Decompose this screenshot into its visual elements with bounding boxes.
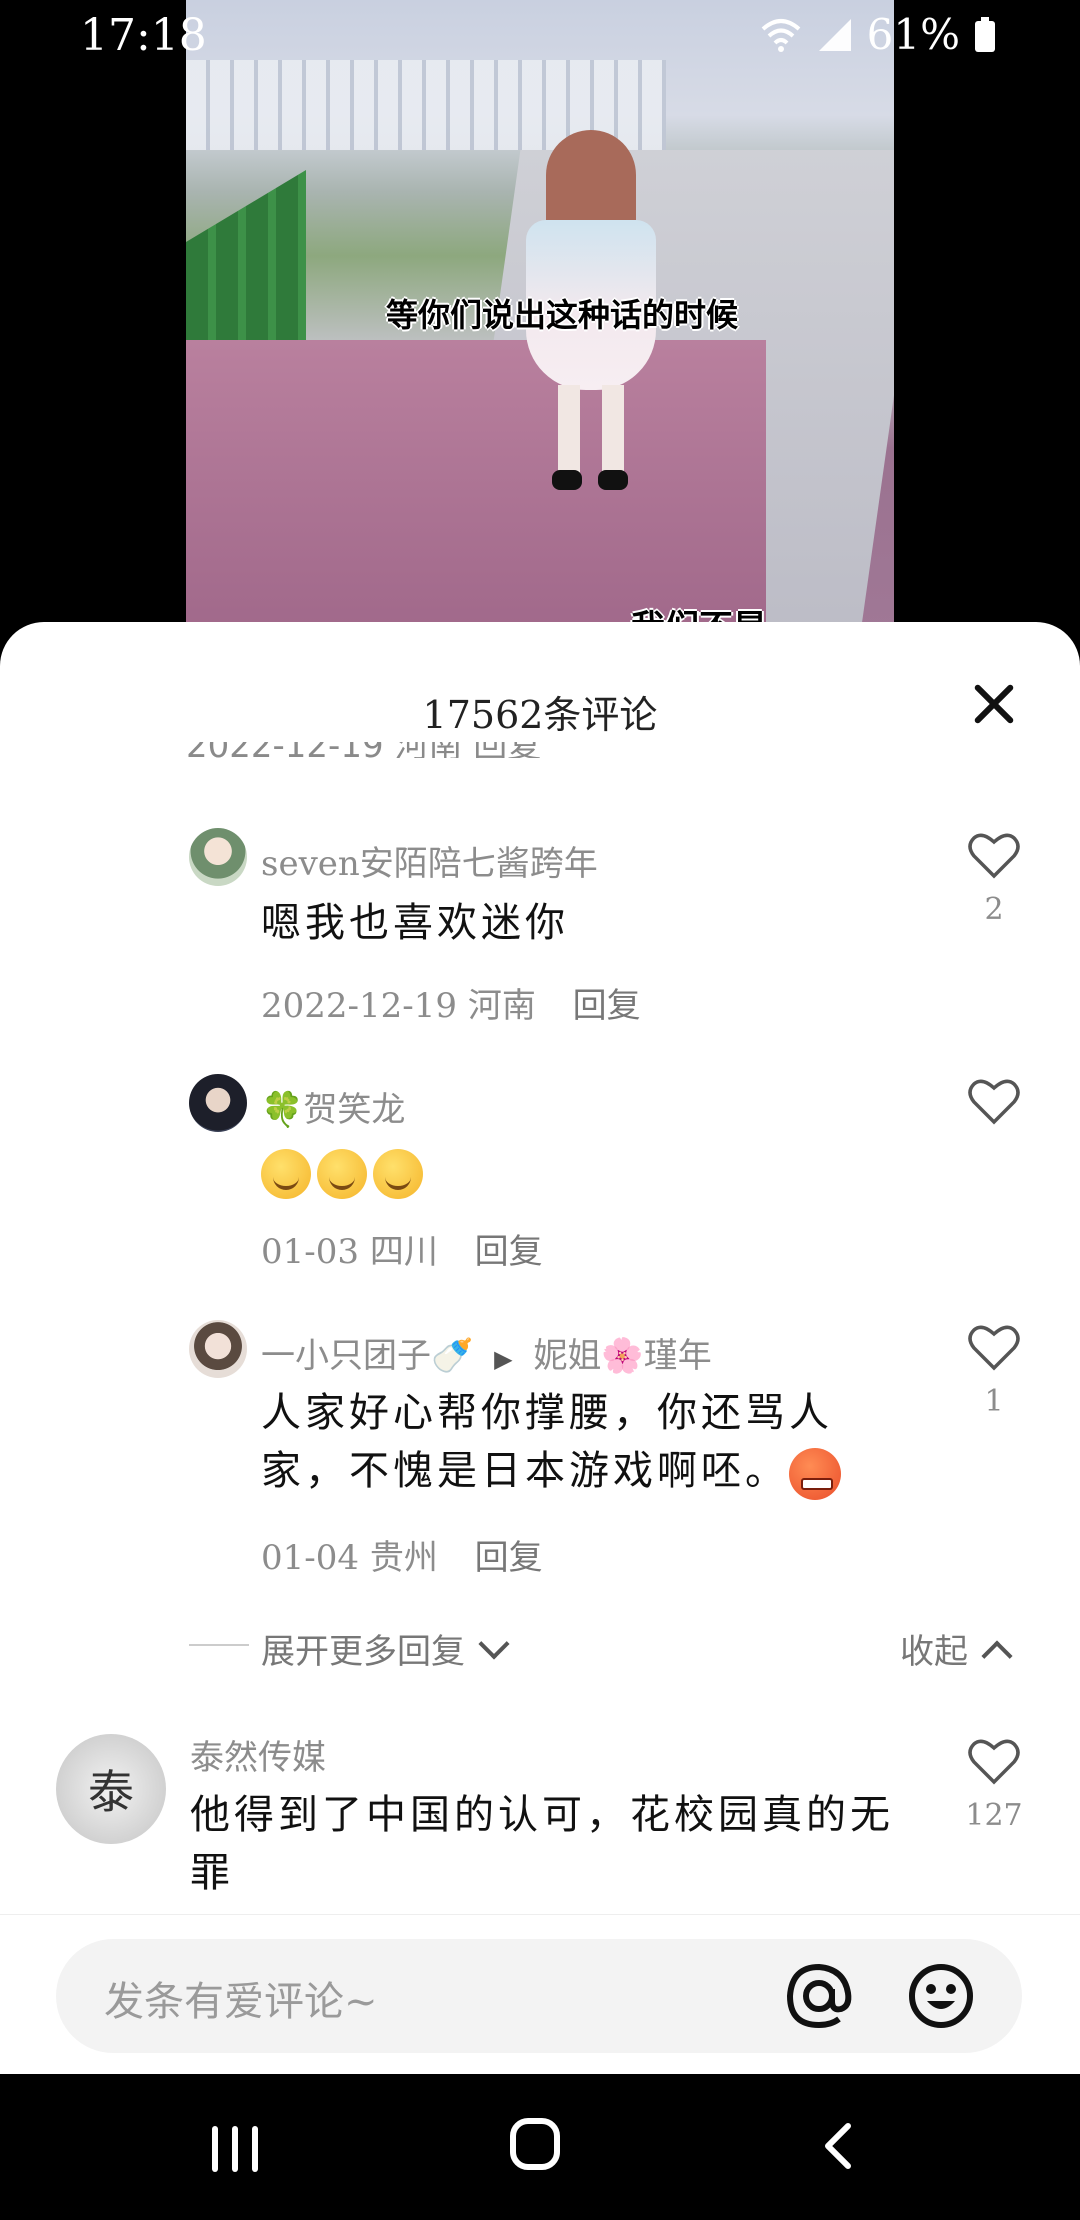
battery-icon: [975, 16, 995, 52]
comment-input-bar: 发条有爱评论~: [0, 1914, 1080, 2075]
wifi-icon: [761, 18, 800, 52]
reply-text-line2: 家，不愧是日本游戏啊呸。: [261, 1442, 841, 1500]
reply-username-row: 一小只团子🍼 ▶ 妮姐🌸瑾年: [261, 1328, 712, 1377]
reply-text[interactable]: 嗯我也喜欢迷你: [261, 894, 569, 952]
reply-emoji-row[interactable]: [261, 1142, 429, 1200]
system-navigation-bar: [0, 2074, 1080, 2220]
divider: [189, 1644, 249, 1646]
reply-meta: 01-03 四川 回复: [261, 1224, 543, 1273]
close-icon[interactable]: [970, 680, 1018, 728]
reply-button[interactable]: 回复: [475, 1232, 543, 1272]
reply-to-username[interactable]: 妮姐🌸瑾年: [533, 1336, 711, 1376]
reply-username[interactable]: 一小只团子🍼: [261, 1336, 473, 1376]
comment-input[interactable]: 发条有爱评论~: [56, 1939, 1022, 2053]
comment-text[interactable]: 他得到了中国的认可，花校园真的无 罪: [190, 1786, 894, 1902]
reply-date: 01-04: [261, 1538, 360, 1578]
back-icon[interactable]: [818, 2122, 858, 2170]
reply-region: 河南: [467, 986, 536, 1026]
chevron-down-icon: [478, 1628, 510, 1660]
status-time: 17:18: [80, 10, 207, 61]
at-mention-icon[interactable]: [784, 1961, 854, 2031]
recent-apps-icon[interactable]: [212, 2126, 260, 2172]
heart-icon: [968, 1325, 1020, 1371]
like-count: 2: [984, 892, 1004, 927]
status-indicators: 61%: [759, 10, 996, 59]
heart-icon: [968, 833, 1020, 879]
previous-comment-meta: 2022-12-19 河南 回复: [186, 742, 541, 758]
reply-username[interactable]: seven安陌陪七酱跨年: [261, 836, 598, 885]
like-button[interactable]: 1: [964, 1324, 1024, 1419]
reply-text[interactable]: 人家好心帮你撑腰，你还骂人 家，不愧是日本游戏啊呸。: [261, 1384, 841, 1500]
reply-date: 01-03: [261, 1232, 360, 1272]
like-button[interactable]: [964, 1078, 1024, 1130]
reply-region: 贵州: [369, 1538, 438, 1578]
chevron-up-icon: [981, 1640, 1013, 1672]
video-trees: [186, 170, 306, 350]
signal-icon: [818, 18, 851, 51]
reply-meta: 01-04 贵州 回复: [261, 1530, 543, 1579]
video-caption: 等你们说出这种话的时候: [386, 296, 739, 334]
like-button[interactable]: 127: [964, 1738, 1024, 1833]
collapse-replies-button[interactable]: 收起: [900, 1624, 1013, 1673]
reply-expand-row: 展开更多回复 收起: [0, 1624, 1080, 1674]
battery-percent: 61%: [866, 10, 960, 59]
reply-button[interactable]: 回复: [573, 986, 641, 1026]
reply-text-line: 人家好心帮你撑腰，你还骂人: [261, 1390, 833, 1436]
reply-region: 四川: [369, 1232, 438, 1272]
smile-emoji-icon: [261, 1149, 311, 1199]
like-count: 1: [984, 1384, 1004, 1419]
heart-icon: [968, 1079, 1020, 1125]
video-pink-platform: [186, 340, 766, 640]
reply-username[interactable]: 🍀贺笑龙: [261, 1082, 405, 1131]
video-player[interactable]: 等你们说出这种话的时候 我们不是: [186, 0, 894, 640]
reply-date: 2022-12-19: [261, 986, 458, 1026]
like-count: 127: [965, 1798, 1023, 1833]
comment-input-placeholder: 发条有爱评论~: [104, 1979, 378, 2025]
avatar[interactable]: [189, 828, 247, 886]
smile-emoji-icon: [317, 1149, 367, 1199]
reply-button[interactable]: 回复: [475, 1538, 543, 1578]
status-bar: 17:18 61%: [0, 0, 1080, 76]
avatar[interactable]: 泰: [56, 1734, 166, 1844]
comment-sheet: 17562条评论 2022-12-19 河南 回复 seven安陌陪七酱跨年 嗯…: [0, 622, 1080, 2074]
emoji-icon[interactable]: [906, 1961, 976, 2031]
comment-username[interactable]: 泰然传媒: [190, 1730, 326, 1779]
avatar-logo: 泰: [88, 1765, 134, 1819]
expand-more-replies-button[interactable]: 展开更多回复: [261, 1624, 510, 1673]
smile-emoji-icon: [373, 1149, 423, 1199]
angry-emoji-icon: [789, 1448, 841, 1500]
home-icon[interactable]: [510, 2118, 560, 2170]
comment-count-title: 17562条评论: [422, 693, 658, 737]
reply-meta: 2022-12-19 河南 回复: [261, 978, 641, 1027]
avatar[interactable]: [189, 1320, 247, 1378]
reply-arrow-icon: ▶: [494, 1345, 513, 1373]
avatar[interactable]: [189, 1074, 247, 1132]
like-button[interactable]: 2: [964, 832, 1024, 927]
heart-icon: [968, 1739, 1020, 1785]
